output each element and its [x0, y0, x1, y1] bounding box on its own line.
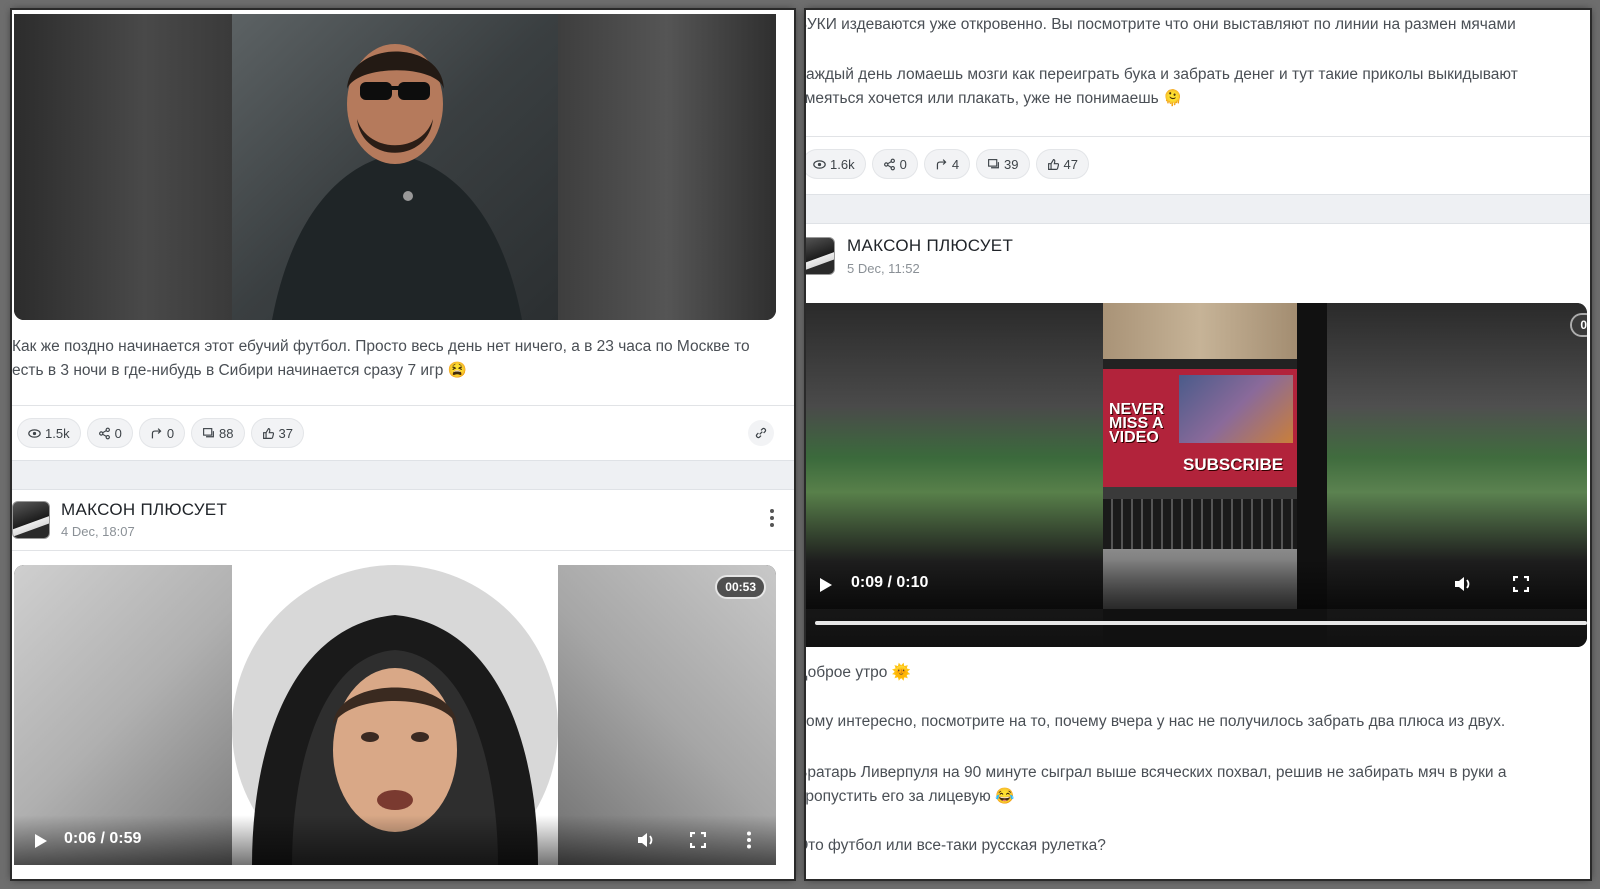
share-icon: [98, 427, 110, 439]
post-separator: [806, 194, 1590, 224]
comment-icon: [203, 427, 214, 437]
likes-count: 47: [1063, 156, 1078, 172]
author-name[interactable]: МАКСОН ПЛЮСУЕТ: [847, 236, 1013, 256]
post-text-line: Кому интересно, посмотрите на то, почему…: [806, 713, 1506, 730]
video-controls: 0:09 / 0:10: [806, 559, 1587, 609]
post-date: 4 Dec, 18:07: [61, 524, 135, 539]
video-player[interactable]: NEVER MISS A VIDEO SUBSCRIBE 0 0:09 / 0:…: [806, 303, 1587, 647]
post-text-line: есть в 3 ночи в где-нибудь в Сибири начи…: [12, 362, 467, 379]
post-text-line: Это футбол или все-таки русская рулетка?: [806, 837, 1106, 854]
video-progress-bar[interactable]: [815, 621, 1587, 625]
duration-badge: 00:53: [717, 577, 764, 597]
video-time: 0:09 / 0:10: [851, 574, 929, 591]
shares-count: 0: [899, 156, 907, 172]
post-text-line: Каждый день ломаешь мозги как переиграть…: [806, 66, 1518, 83]
more-icon[interactable]: [746, 831, 752, 849]
comments-count: 39: [1004, 156, 1019, 172]
post-text-line: смеяться хочется или плакать, уже не пон…: [806, 90, 1183, 107]
left-feed-panel: Как же поздно начинается этот ебучий фут…: [12, 10, 794, 879]
likes-count: 37: [278, 425, 293, 441]
repost-button[interactable]: 4: [924, 150, 970, 178]
fullscreen-icon[interactable]: [690, 832, 706, 848]
avatar[interactable]: [806, 237, 835, 275]
post-text-line: пропустить его за лицевую 😂: [806, 788, 1015, 805]
views-count: 1.6k: [830, 156, 855, 172]
post-stats: 1.5k 0 0 88 37: [18, 419, 303, 447]
comment-icon: [988, 158, 999, 168]
right-feed-panel: БУКИ издеваются уже откровенно. Вы посмо…: [806, 10, 1590, 879]
comments-button[interactable]: 88: [192, 419, 244, 447]
screen-text: VIDEO: [1109, 429, 1159, 446]
divider: [12, 405, 794, 406]
post-text-line: Доброе утро 🌞: [806, 664, 912, 681]
eye-icon: [813, 159, 826, 169]
eye-icon: [28, 428, 41, 438]
link-icon: [755, 427, 767, 439]
more-icon[interactable]: [768, 508, 776, 528]
views-counter[interactable]: 1.6k: [806, 150, 865, 178]
reposts-count: 4: [951, 156, 960, 172]
avatar[interactable]: [12, 501, 50, 539]
reposts-count: 0: [166, 425, 175, 441]
shares-count: 0: [114, 425, 122, 441]
like-icon: [262, 427, 274, 439]
comments-button[interactable]: 39: [977, 150, 1029, 178]
share-icon: [883, 158, 895, 170]
play-icon[interactable]: [34, 833, 48, 849]
play-icon[interactable]: [819, 577, 833, 593]
fullscreen-icon[interactable]: [1513, 576, 1529, 592]
views-counter[interactable]: 1.5k: [18, 419, 80, 447]
video-player[interactable]: 00:53 0:06 / 0:59: [14, 565, 776, 865]
post-text-line: БУКИ издеваются уже откровенно. Вы посмо…: [806, 16, 1516, 33]
screen-text: SUBSCRIBE: [1183, 455, 1284, 474]
views-count: 1.5k: [45, 425, 70, 441]
post-image[interactable]: [14, 14, 776, 320]
repost-icon: [151, 427, 162, 438]
post-stats: 1.6k 0 4 39 47: [806, 150, 1088, 178]
post-date: 5 Dec, 11:52: [847, 261, 920, 276]
post-separator: [12, 460, 794, 490]
divider: [12, 550, 794, 551]
volume-icon[interactable]: [1453, 575, 1473, 593]
divider: [806, 136, 1590, 137]
comments-count: 88: [219, 425, 234, 441]
author-name[interactable]: МАКСОН ПЛЮСУЕТ: [61, 500, 227, 520]
video-time: 0:06 / 0:59: [64, 830, 142, 847]
volume-icon[interactable]: [636, 831, 656, 849]
repost-icon: [936, 158, 947, 169]
post-text-line: Как же поздно начинается этот ебучий фут…: [12, 338, 750, 355]
share-button[interactable]: 0: [872, 150, 917, 178]
like-icon: [1047, 158, 1059, 170]
like-button[interactable]: 37: [251, 419, 303, 447]
repost-button[interactable]: 0: [139, 419, 185, 447]
man-sunglasses-photo: [232, 14, 558, 320]
copy-link-button[interactable]: [748, 420, 774, 446]
share-button[interactable]: 0: [87, 419, 132, 447]
post-text-line: Вратарь Ливерпуля на 90 минуте сыграл вы…: [806, 764, 1507, 781]
duration-badge: 0: [1572, 315, 1587, 335]
video-controls: 0:06 / 0:59: [14, 815, 776, 865]
like-button[interactable]: 47: [1036, 150, 1088, 178]
